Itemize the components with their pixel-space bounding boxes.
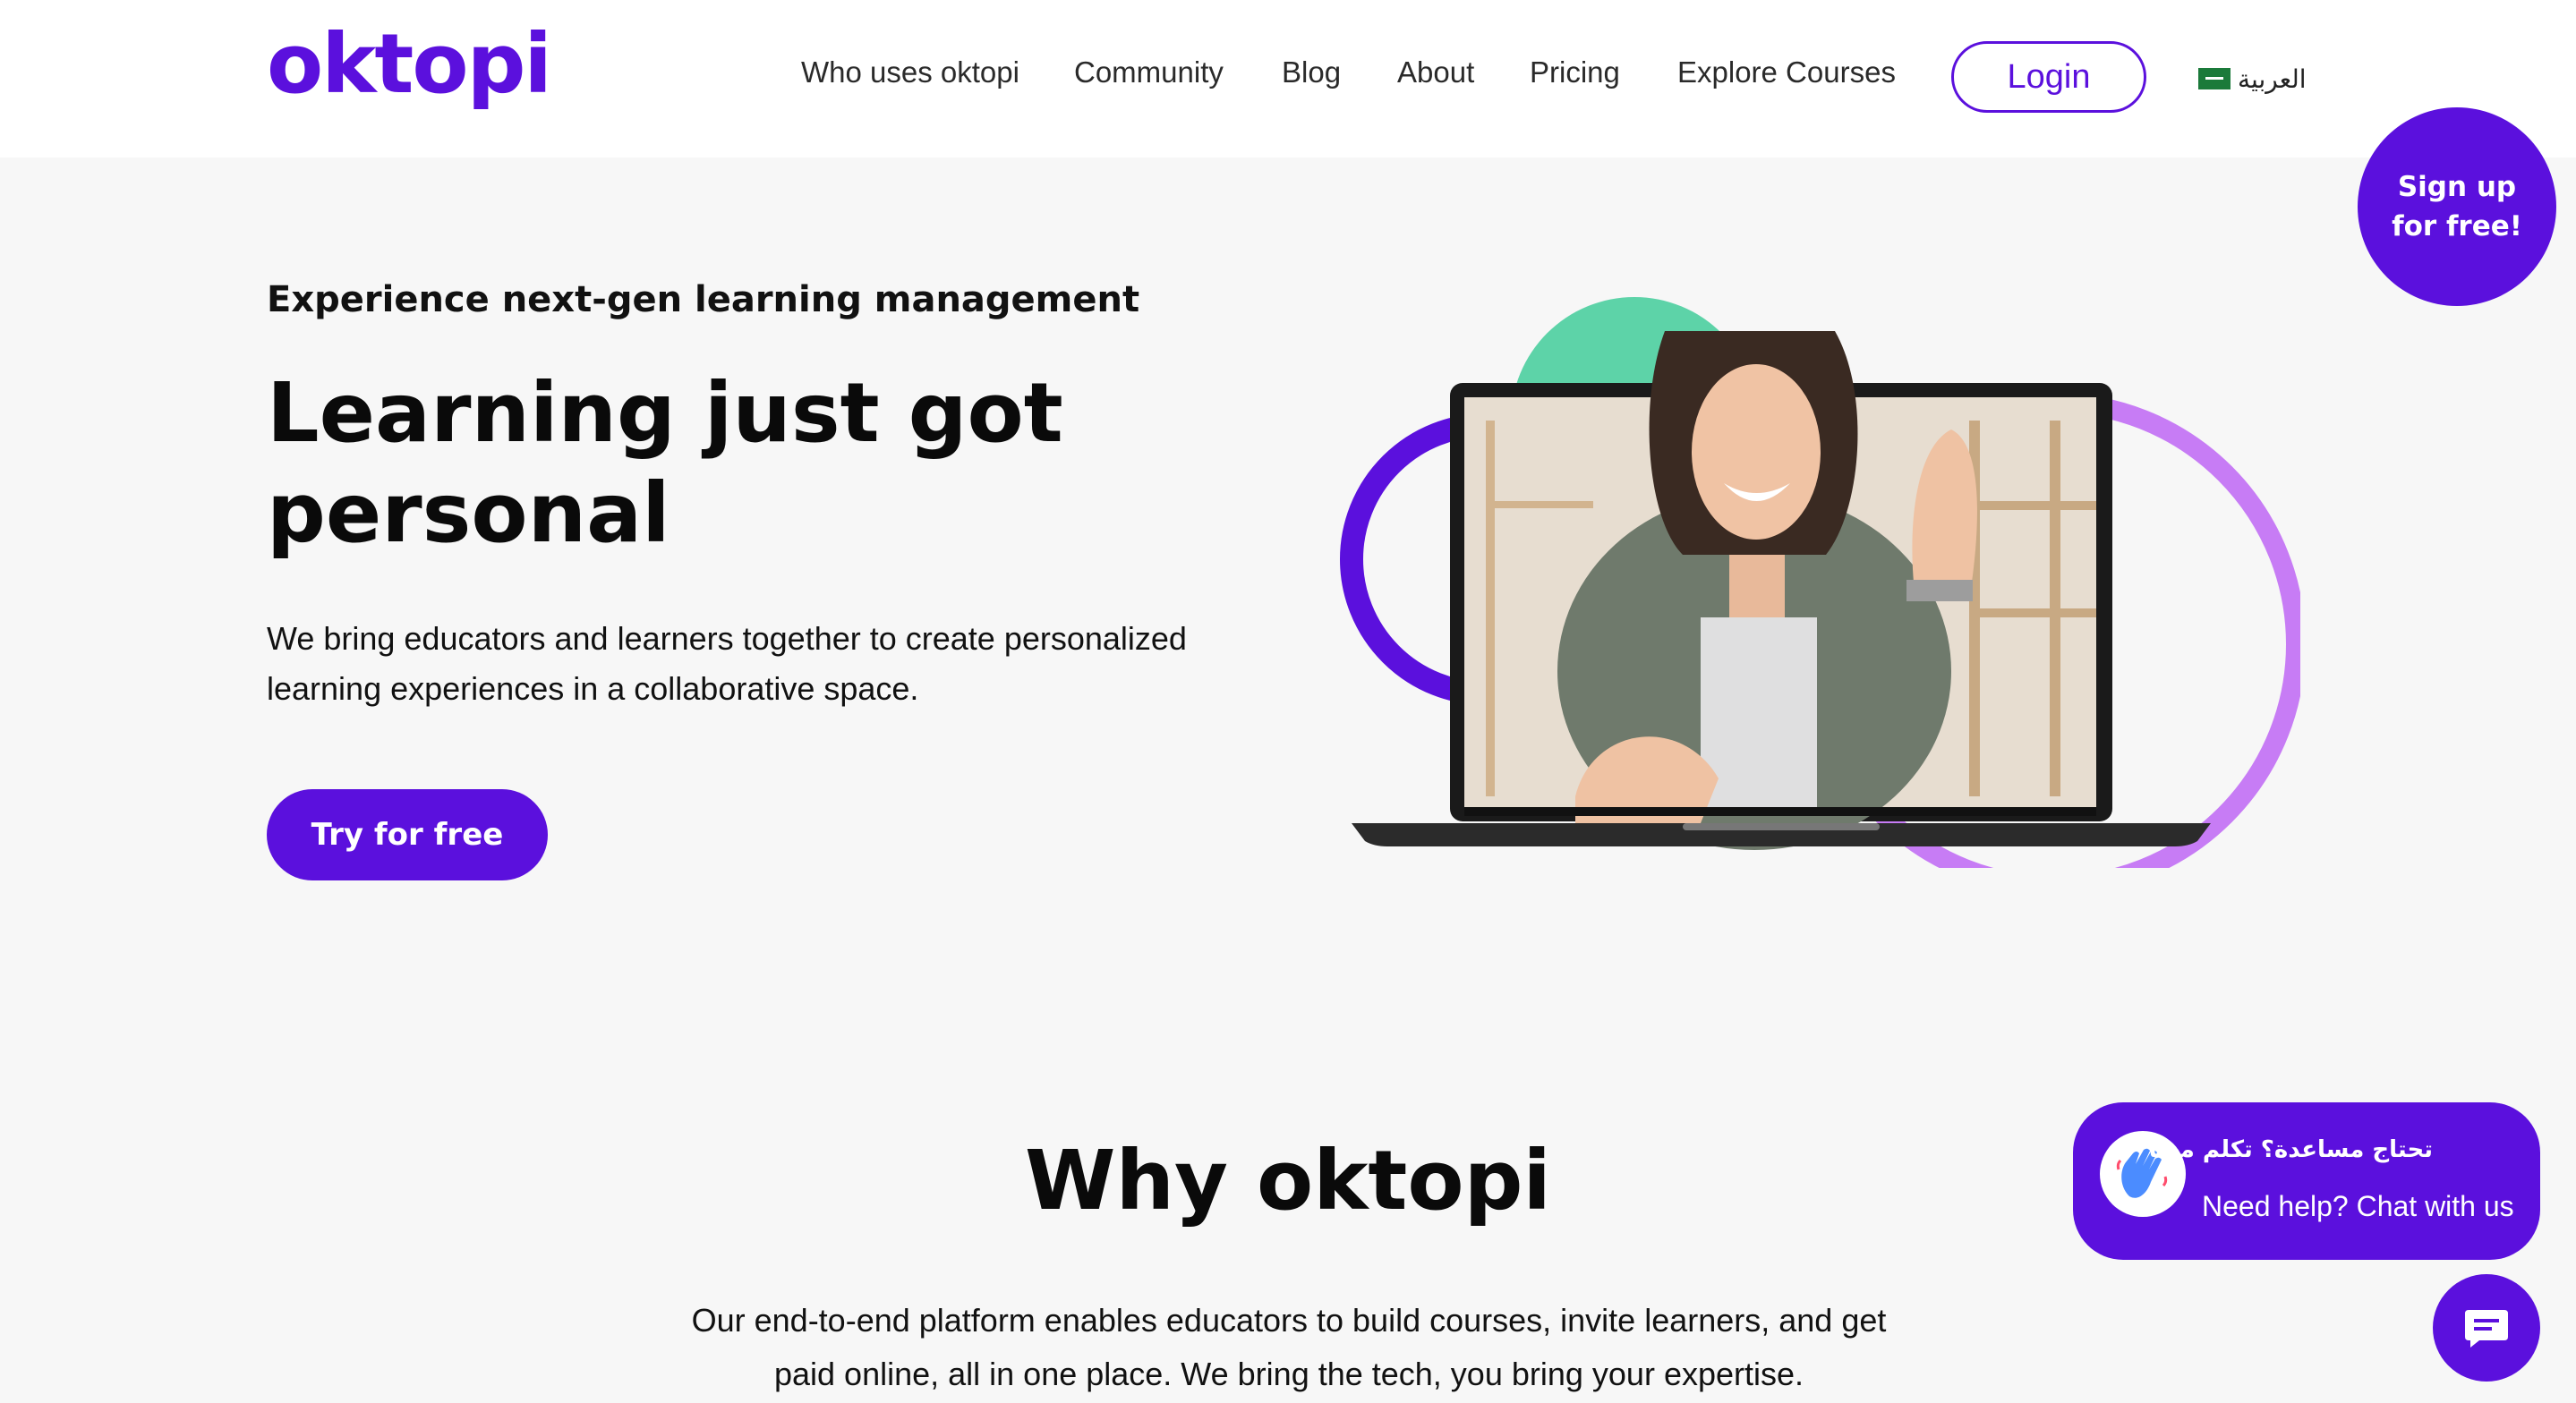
chat-launcher-button[interactable] [2433, 1274, 2540, 1382]
language-switcher[interactable]: العربية [2198, 59, 2307, 98]
signup-button[interactable]: Sign up for free! [2358, 107, 2556, 306]
nav-about[interactable]: About [1397, 55, 1474, 89]
nav-community[interactable]: Community [1074, 55, 1224, 89]
chat-english-text: Need help? Chat with us [2202, 1190, 2514, 1222]
login-button[interactable]: Login [1951, 41, 2146, 113]
language-label: العربية [2238, 64, 2307, 94]
chat-help-bubble[interactable]: تحتاج مساعدة؟ تكلم معنا Need help? Chat … [2073, 1102, 2540, 1260]
chat-arabic-text: تحتاج مساعدة؟ تكلم معنا [2148, 1136, 2433, 1163]
try-for-free-button[interactable]: Try for free [267, 789, 548, 880]
site-header: oktopi Who uses oktopi Community Blog Ab… [0, 0, 2576, 157]
nav-explore-courses[interactable]: Explore Courses [1677, 55, 1896, 89]
hero-eyebrow: Experience next-gen learning management [267, 279, 1140, 320]
nav-pricing[interactable]: Pricing [1530, 55, 1620, 89]
saudi-flag-icon [2198, 68, 2231, 89]
chat-icon [2465, 1310, 2508, 1348]
nav-who-uses-oktopi[interactable]: Who uses oktopi [801, 55, 1019, 89]
hero-title: Learning just got personal [267, 365, 1063, 561]
why-description: Our end-to-end platform enables educator… [691, 1302, 1887, 1392]
oktopi-logo[interactable]: oktopi [267, 23, 552, 106]
hero-description: We bring educators and learners together… [267, 620, 1187, 707]
nav-blog[interactable]: Blog [1282, 55, 1341, 89]
hero-illustration [1340, 297, 2300, 868]
